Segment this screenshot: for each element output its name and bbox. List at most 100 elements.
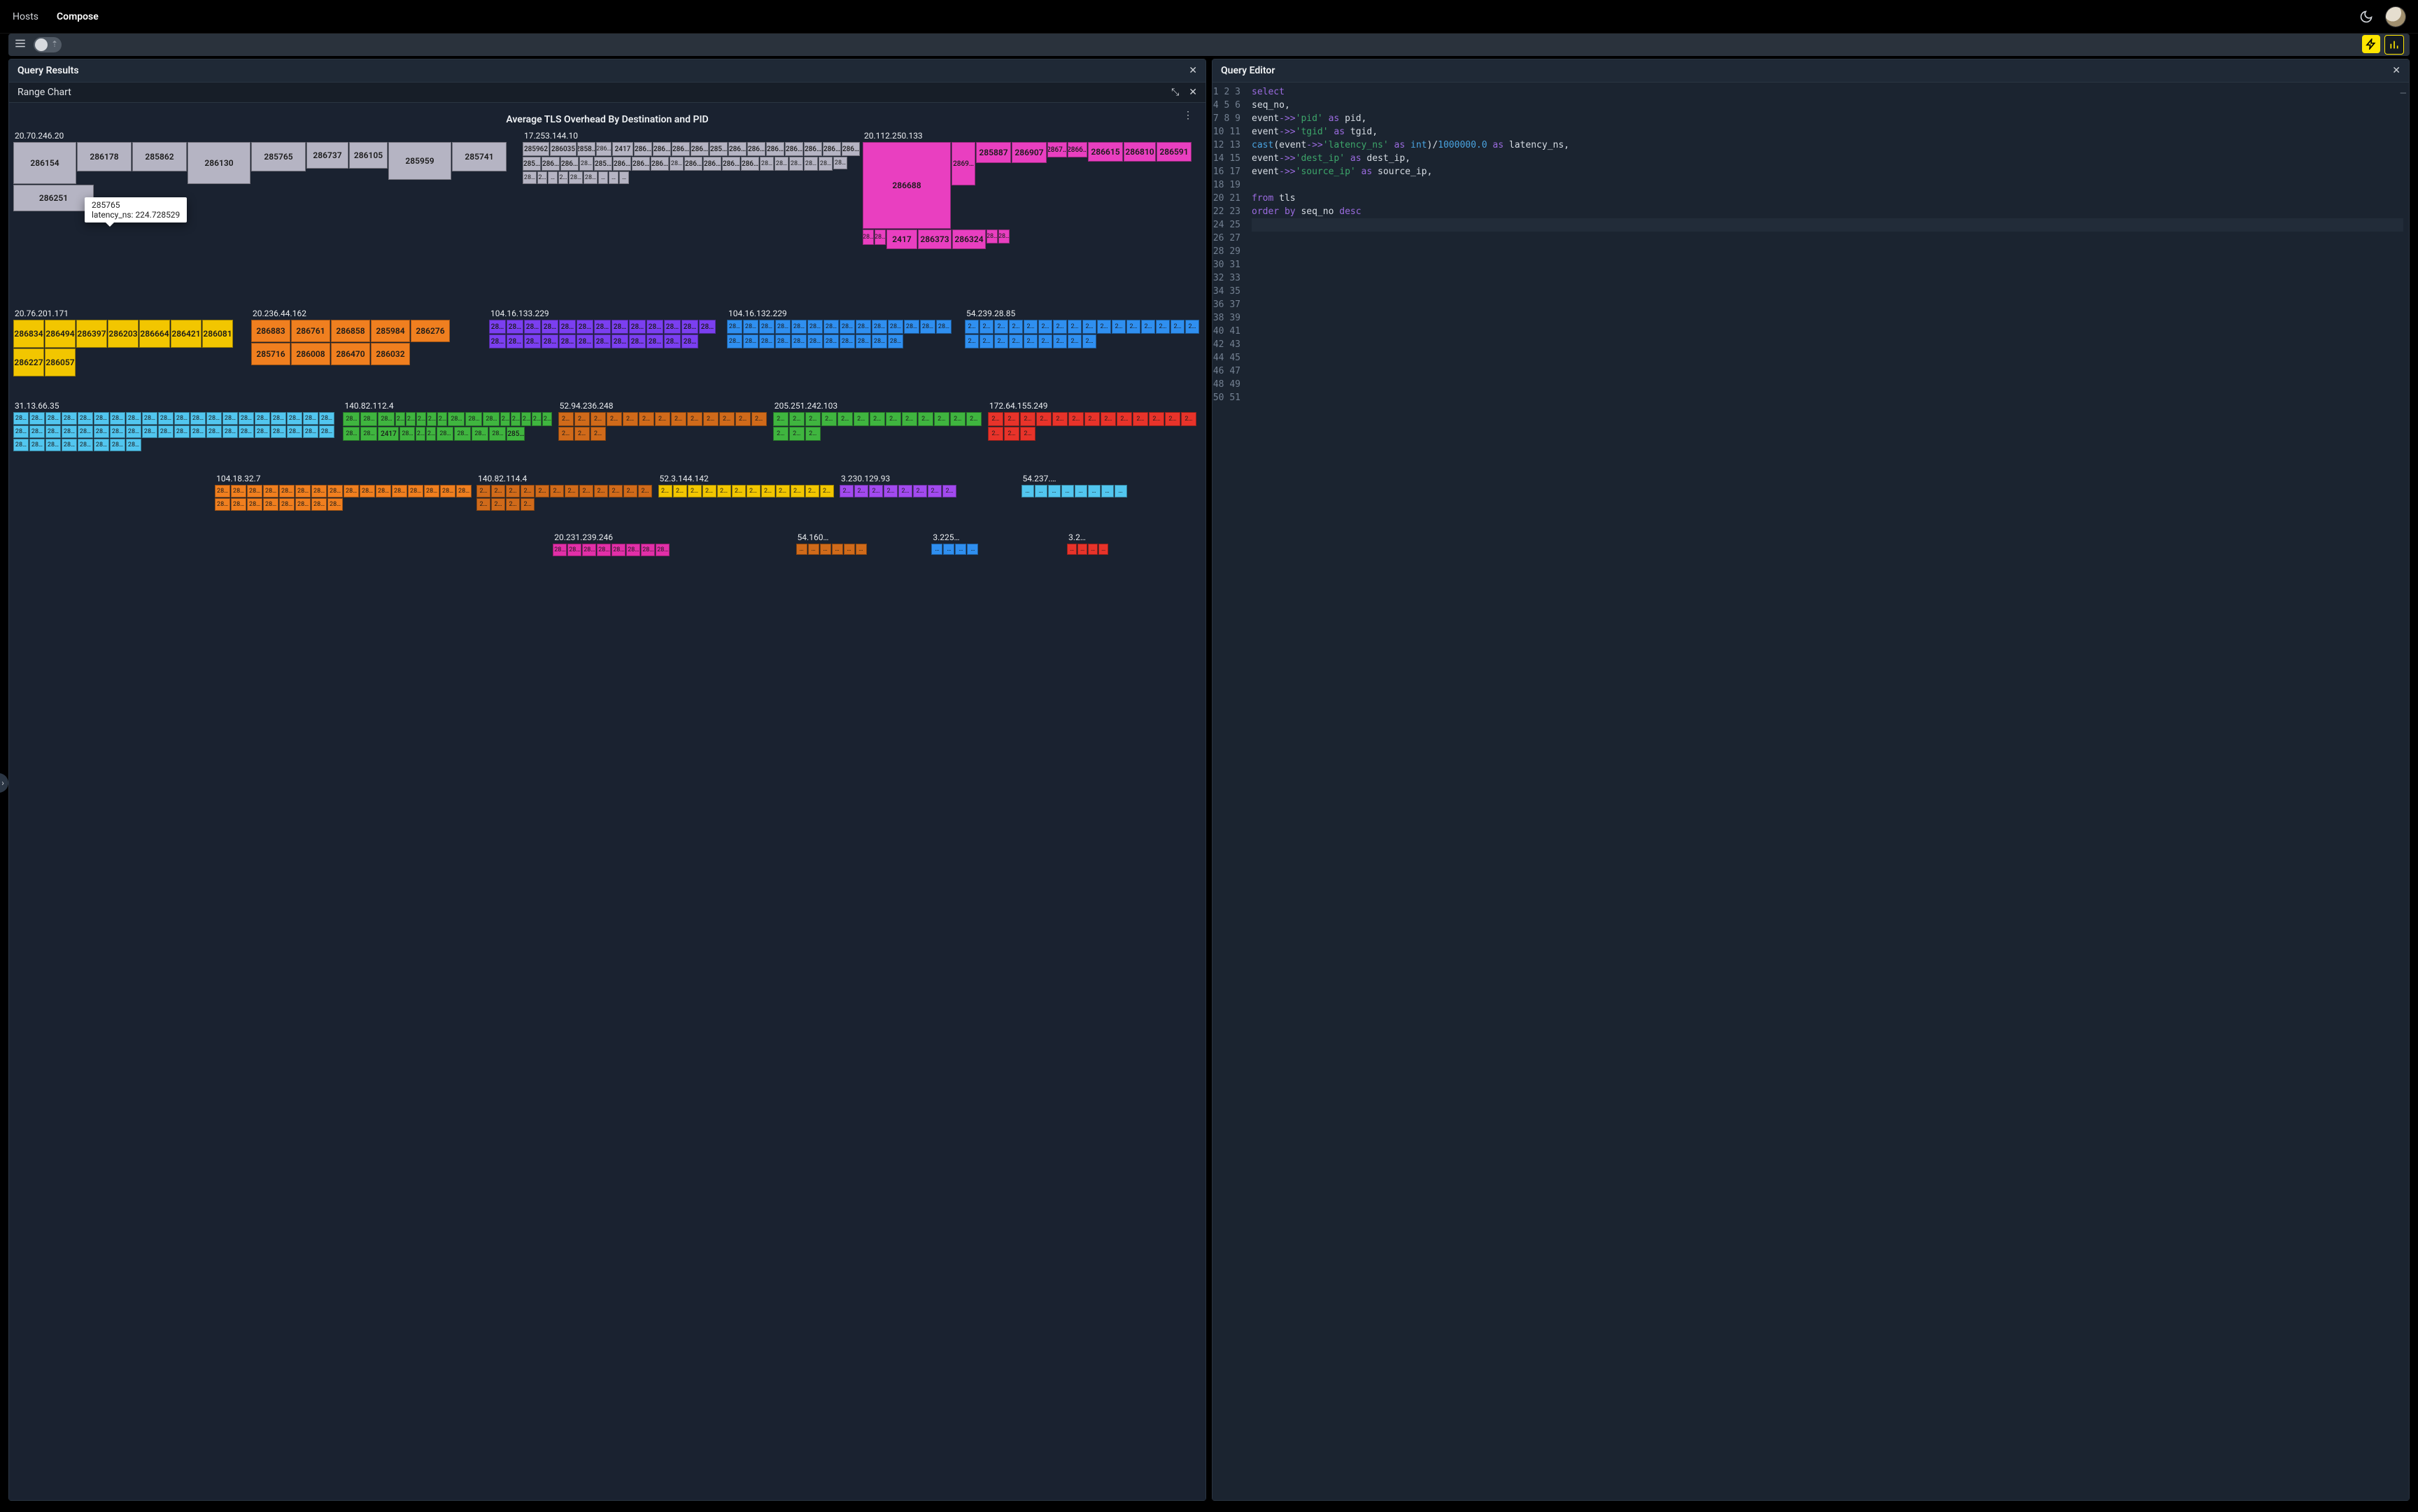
expand-sidebar-handle[interactable]: ›	[0, 773, 8, 793]
treemap-cell[interactable]: 286…	[691, 142, 709, 156]
treemap-cell[interactable]: 2417	[612, 142, 633, 156]
treemap-cell[interactable]: …	[931, 544, 942, 555]
treemap-cell[interactable]: …	[619, 171, 629, 184]
treemap-cell[interactable]: 28…	[279, 498, 295, 511]
treemap-cell[interactable]: 28…	[29, 412, 45, 425]
treemap-cell[interactable]: 28…	[456, 485, 472, 497]
treemap-cell[interactable]: 2…	[837, 412, 853, 426]
treemap-cell[interactable]: 2…	[776, 485, 790, 497]
treemap-cell[interactable]: 28…	[775, 334, 791, 348]
treemap-cell[interactable]: 2…	[1024, 320, 1038, 334]
treemap-cell[interactable]: 2…	[574, 412, 590, 426]
treemap-cell[interactable]: 2…	[687, 412, 702, 426]
treemap-cell[interactable]: 28…	[629, 320, 646, 334]
treemap-cell[interactable]: 2…	[988, 412, 1003, 426]
treemap-cell[interactable]: 2…	[638, 485, 652, 497]
treemap-cell[interactable]: 28…	[594, 334, 611, 348]
treemap-cell[interactable]: 285765	[251, 142, 306, 171]
close-results-icon[interactable]: ✕	[1189, 65, 1197, 76]
treemap-cell[interactable]: 2…	[732, 485, 746, 497]
treemap-cell[interactable]: 28…	[424, 485, 439, 497]
treemap-cell[interactable]: 2…	[1082, 320, 1096, 334]
treemap-cell[interactable]: 285…	[709, 142, 728, 156]
treemap-cell[interactable]: 2…	[521, 412, 531, 426]
treemap-cell[interactable]: 2…	[902, 412, 917, 426]
treemap-cell[interactable]: 28…	[577, 334, 593, 348]
treemap-cell[interactable]: 28…	[142, 425, 157, 438]
treemap-cell[interactable]: 2…	[506, 498, 520, 511]
treemap-cell[interactable]: 28…	[94, 412, 109, 425]
treemap-cell[interactable]: 28…	[582, 544, 596, 556]
treemap-cell[interactable]: 2…	[719, 412, 735, 426]
treemap-cell[interactable]: 2…	[1101, 412, 1116, 426]
treemap-cell[interactable]: 2…	[1038, 320, 1052, 334]
treemap-cell[interactable]: 2…	[1068, 334, 1082, 348]
treemap-cell[interactable]: 2…	[913, 485, 927, 497]
treemap-cell[interactable]: 28…	[579, 157, 593, 171]
treemap-cell[interactable]: 285…	[507, 427, 525, 441]
treemap-cell[interactable]: 28…	[263, 498, 278, 511]
treemap-cell[interactable]: 286…	[703, 157, 721, 171]
treemap-cell[interactable]: 286203	[108, 320, 139, 348]
treemap-cell[interactable]: 28…	[553, 544, 567, 556]
treemap-cell[interactable]: 28…	[303, 412, 318, 425]
treemap-cell[interactable]: 28…	[542, 334, 558, 348]
treemap-cell[interactable]: 28…	[126, 425, 141, 438]
treemap-cell[interactable]: 28…	[295, 485, 311, 497]
treemap-cell[interactable]: 28…	[789, 157, 803, 171]
treemap-cell[interactable]: 2…	[735, 412, 751, 426]
treemap-cell[interactable]: 2…	[994, 334, 1008, 348]
treemap-group[interactable]: 17.253.144.102859622860352858…286…241728…	[523, 129, 861, 306]
treemap-cell[interactable]: 28…	[872, 320, 887, 334]
treemap-cell[interactable]: 2…	[1112, 320, 1126, 334]
treemap-cell[interactable]: 2…	[751, 412, 767, 426]
treemap-group[interactable]: 104.16.133.22928…28…28…28…28…28…28…28…28…	[489, 307, 726, 398]
treemap-cell[interactable]: 28…	[507, 334, 523, 348]
treemap-cell[interactable]: …	[943, 544, 954, 555]
treemap-cell[interactable]: 28…	[206, 412, 222, 425]
treemap-cell[interactable]: 286032	[371, 343, 410, 365]
treemap-cell[interactable]: …	[1088, 485, 1101, 497]
treemap-cell[interactable]: …	[967, 544, 978, 555]
treemap-cell[interactable]: 28…	[819, 157, 833, 171]
treemap-cell[interactable]: 28…	[743, 320, 758, 334]
treemap-cell[interactable]: 28…	[126, 439, 141, 451]
treemap-group[interactable]: 20.76.201.171286834286494286397286203286…	[13, 307, 250, 398]
treemap-cell[interactable]: 28…	[670, 157, 684, 171]
treemap-cell[interactable]: 28…	[559, 334, 576, 348]
treemap-cell[interactable]: 2…	[1036, 412, 1052, 426]
treemap-cell[interactable]: 28…	[743, 334, 758, 348]
treemap-cell[interactable]: 28…	[681, 320, 698, 334]
treemap-cell[interactable]: 28…	[174, 412, 190, 425]
treemap-cell[interactable]: 2…	[773, 427, 789, 441]
treemap-cell[interactable]: 286130	[188, 142, 250, 184]
treemap-cell[interactable]: 2417	[378, 427, 399, 441]
treemap-cell[interactable]: 2…	[565, 485, 579, 497]
treemap-cell[interactable]: 2…	[558, 412, 574, 426]
treemap-cell[interactable]: 28…	[45, 425, 61, 438]
treemap-cell[interactable]: …	[598, 171, 608, 184]
treemap-cell[interactable]: 28…	[303, 425, 318, 438]
treemap-group[interactable]: 3.225……………	[931, 531, 1066, 566]
treemap-cell[interactable]: 28…	[840, 320, 855, 334]
treemap-cell[interactable]: 28…	[45, 412, 61, 425]
treemap-cell[interactable]: 286324	[952, 229, 986, 249]
collapse-chart-icon[interactable]: ⤡	[1171, 87, 1179, 98]
treemap-cell[interactable]: 2417	[886, 229, 917, 249]
treemap-cell[interactable]: 2…	[1171, 320, 1185, 334]
treemap-cell[interactable]: 28…	[577, 320, 593, 334]
treemap-cell[interactable]: …	[856, 544, 867, 555]
treemap-cell[interactable]: 28…	[158, 412, 174, 425]
treemap-cell[interactable]: 28…	[190, 412, 206, 425]
treemap-cell[interactable]: 2…	[988, 427, 1003, 441]
nav-hosts[interactable]: Hosts	[13, 11, 38, 22]
treemap-cell[interactable]: 2…	[511, 412, 521, 426]
editor-collapse-icon[interactable]: —	[2401, 87, 2406, 100]
treemap-cell[interactable]: 28…	[62, 412, 77, 425]
treemap-cell[interactable]: 2…	[416, 412, 426, 426]
treemap-cell[interactable]: 28…	[62, 439, 77, 451]
treemap-cell[interactable]: 286057	[45, 348, 76, 376]
treemap-cell[interactable]: 28…	[489, 334, 506, 348]
treemap-cell[interactable]: 286…	[722, 157, 740, 171]
treemap-cell[interactable]: 28…	[62, 425, 77, 438]
